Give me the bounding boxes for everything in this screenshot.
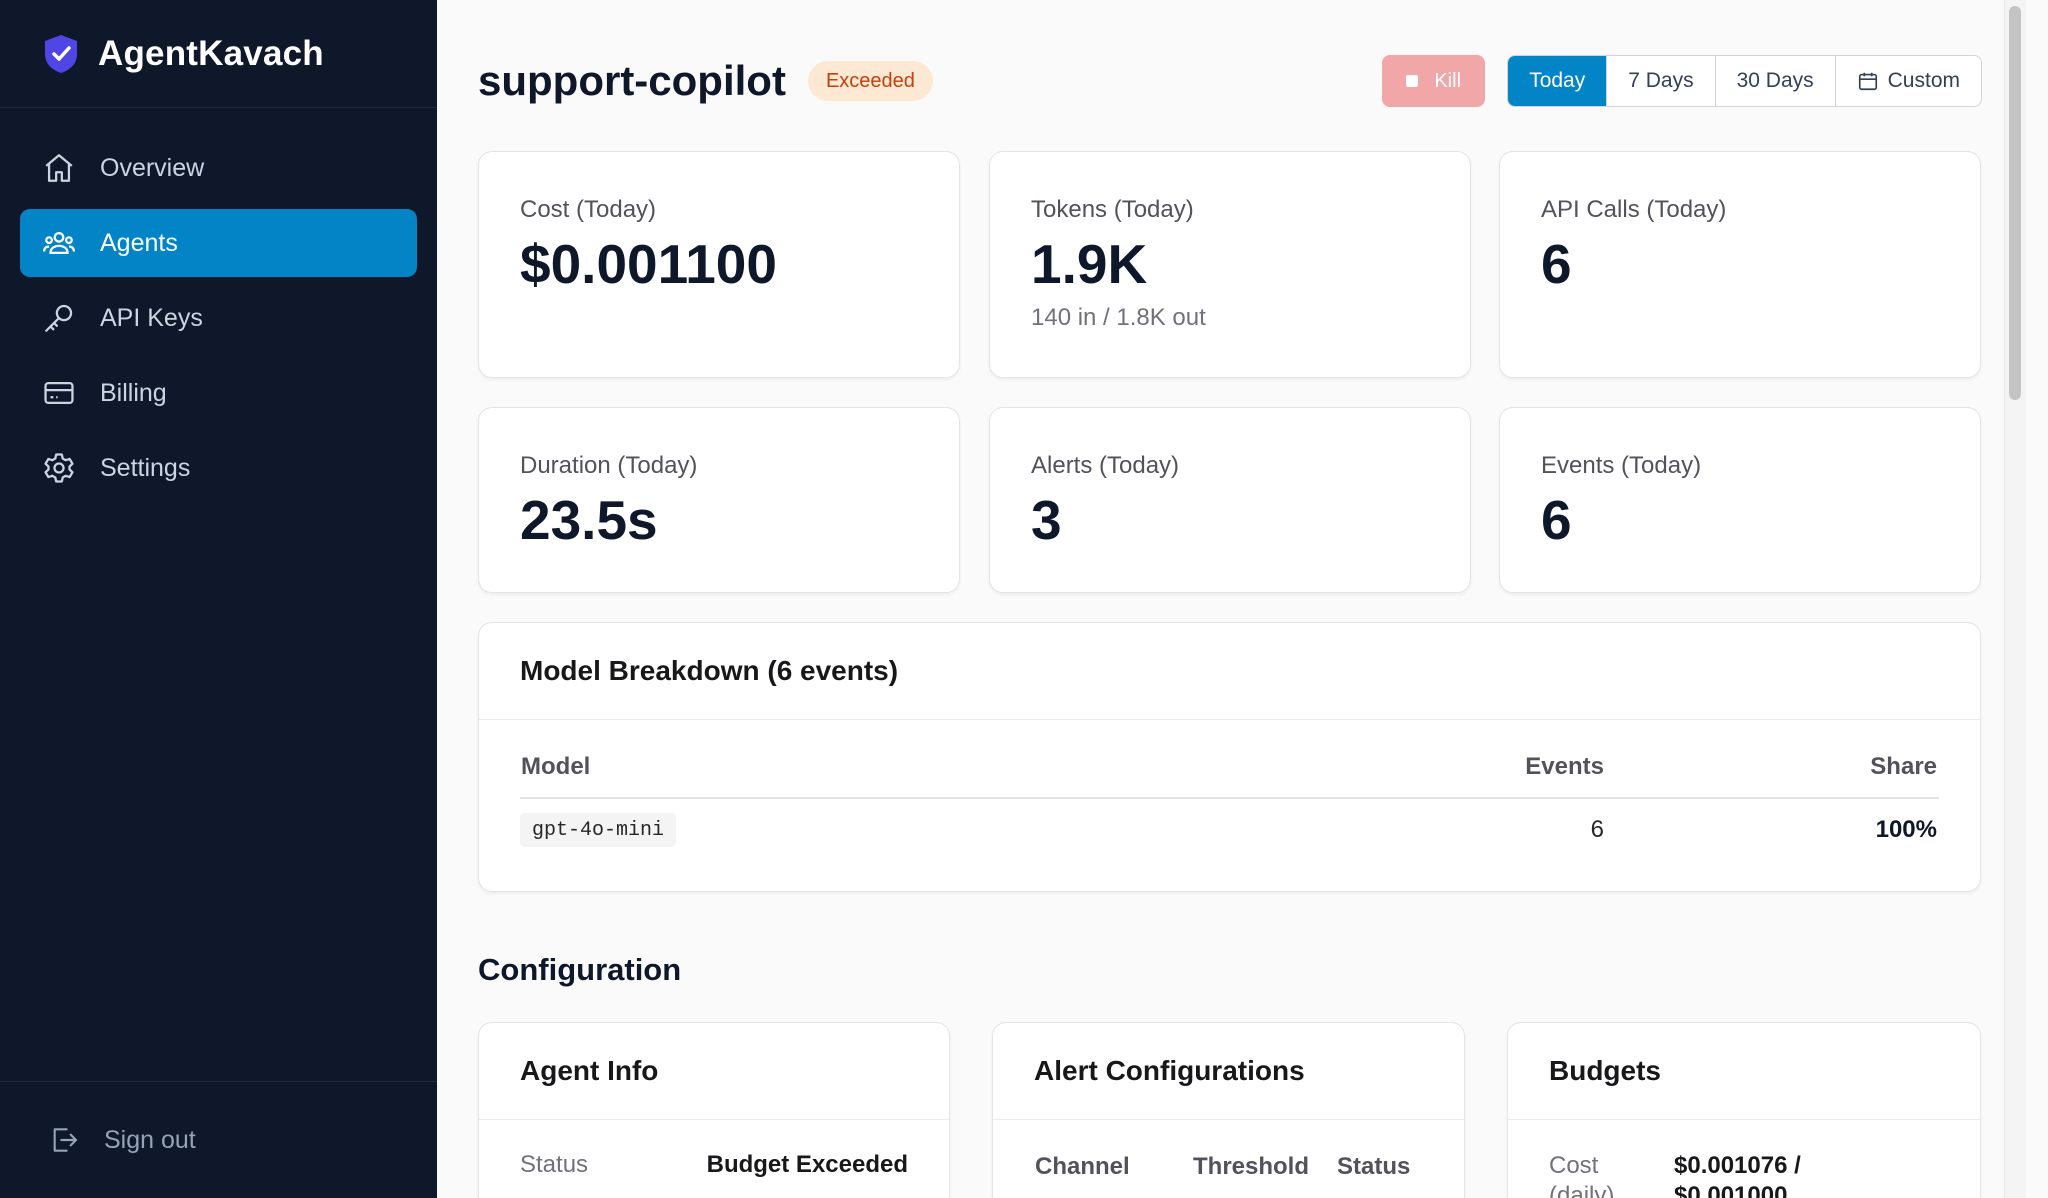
stat-card-api-calls: API Calls (Today) 6 <box>1499 151 1981 378</box>
stat-label: Tokens (Today) <box>1031 196 1194 223</box>
agent-info-card: Agent Info Status Budget Exceeded <box>478 1022 950 1198</box>
stat-value: 1.9K <box>1031 233 1148 295</box>
stat-card-events: Events (Today) 6 <box>1499 407 1981 593</box>
column-header-threshold: Threshold <box>1193 1153 1310 1180</box>
range-label: Today <box>1529 69 1586 92</box>
stat-label: API Calls (Today) <box>1541 196 1727 223</box>
stat-card-duration: Duration (Today) 23.5s <box>478 407 960 593</box>
sign-out-button[interactable]: Sign out <box>0 1081 437 1198</box>
agent-status-label: Status <box>520 1151 589 1178</box>
sidebar-item-api-keys[interactable]: API Keys <box>20 284 417 352</box>
divider <box>993 1119 1464 1120</box>
configuration-title: Configuration <box>478 952 682 987</box>
column-header-channel: Channel <box>1035 1153 1130 1180</box>
sidebar-item-label: Overview <box>100 153 205 182</box>
sidebar-item-billing[interactable]: Billing <box>20 359 417 427</box>
stat-value: 23.5s <box>520 489 658 551</box>
budgets-card: Budgets Cost (daily) $0.001076 / $0.0010… <box>1507 1022 1981 1198</box>
model-share-cell: 100% <box>1875 816 1937 843</box>
gear-icon <box>44 453 74 483</box>
range-today-button[interactable]: Today <box>1508 56 1608 106</box>
sidebar-item-label: Agents <box>100 228 178 257</box>
budgets-title: Budgets <box>1549 1055 1661 1086</box>
key-icon <box>45 304 73 332</box>
sidebar-item-label: Billing <box>100 378 167 407</box>
range-30-days-button[interactable]: 30 Days <box>1716 56 1836 106</box>
stat-label: Events (Today) <box>1541 452 1702 479</box>
divider <box>479 1119 949 1120</box>
brand-name: AgentKavach <box>98 33 324 73</box>
sidebar-item-label: API Keys <box>100 303 203 332</box>
sidebar-item-settings[interactable]: Settings <box>20 434 417 502</box>
header-actions: Kill Today 7 Days 30 Days Custom <box>1382 55 1982 107</box>
sidebar-item-agents[interactable]: Agents <box>20 209 417 277</box>
logout-icon <box>53 1128 78 1152</box>
agent-status-value: Budget Exceeded <box>706 1151 908 1178</box>
sidebar-item-overview[interactable]: Overview <box>20 134 417 202</box>
page-header: support-copilot Exceeded Kill Today 7 Da… <box>478 52 1982 110</box>
range-custom-button[interactable]: Custom <box>1836 56 1981 106</box>
calendar-icon <box>1858 72 1877 91</box>
column-header-share: Share <box>1870 753 1937 780</box>
main-content: support-copilot Exceeded Kill Today 7 Da… <box>437 0 2026 1198</box>
stat-value: $0.001100 <box>520 233 777 295</box>
home-icon <box>45 154 73 182</box>
table-header-divider <box>520 797 1939 799</box>
stat-card-cost: Cost (Today) $0.001100 <box>478 151 960 378</box>
stop-icon <box>1406 75 1419 87</box>
credit-card-icon <box>44 381 74 405</box>
agent-info-title: Agent Info <box>520 1055 659 1086</box>
stat-label: Cost (Today) <box>520 196 657 223</box>
sidebar-item-label: Settings <box>100 453 191 482</box>
sidebar-nav: Overview Agents API Keys Billing Setting… <box>0 108 437 502</box>
sign-out-label: Sign out <box>104 1125 196 1154</box>
alert-configurations-card: Alert Configurations Channel Threshold S… <box>992 1022 1465 1198</box>
status-badge: Exceeded <box>807 61 933 101</box>
range-7-days-button[interactable]: 7 Days <box>1607 56 1716 106</box>
divider <box>479 719 1980 720</box>
stat-card-tokens: Tokens (Today) 1.9K 140 in / 1.8K out <box>989 151 1471 378</box>
date-range-selector: Today 7 Days 30 Days Custom <box>1507 55 1982 107</box>
kill-button[interactable]: Kill <box>1382 55 1486 107</box>
page-title: support-copilot <box>478 57 786 104</box>
model-breakdown-card: Model Breakdown (6 events) Model Events … <box>478 622 1981 892</box>
model-name-chip: gpt-4o-mini <box>520 813 677 847</box>
stat-value: 6 <box>1541 233 1572 295</box>
range-label: 30 Days <box>1736 69 1814 92</box>
column-header-model: Model <box>521 753 591 780</box>
sidebar: AgentKavach Overview Agents API Keys Bil… <box>0 0 437 1198</box>
divider <box>1508 1119 1980 1120</box>
range-label: 7 Days <box>1628 69 1694 92</box>
stat-label: Duration (Today) <box>520 452 698 479</box>
budget-cost-label: Cost (daily) <box>1549 1152 1615 1198</box>
scrollbar[interactable] <box>2004 0 2026 1198</box>
users-icon <box>42 231 76 255</box>
model-breakdown-title: Model Breakdown (6 events) <box>520 655 899 686</box>
shield-check-icon <box>45 34 77 73</box>
alert-configurations-title: Alert Configurations <box>1034 1055 1305 1086</box>
scrollbar-thumb[interactable] <box>2009 6 2021 400</box>
stat-value: 6 <box>1541 489 1572 551</box>
column-header-events: Events <box>1525 753 1604 780</box>
brand[interactable]: AgentKavach <box>0 0 437 108</box>
kill-label: Kill <box>1434 69 1462 92</box>
stat-value: 3 <box>1031 489 1062 551</box>
stat-label: Alerts (Today) <box>1031 452 1180 479</box>
stat-card-alerts: Alerts (Today) 3 <box>989 407 1471 593</box>
column-header-status: Status <box>1337 1153 1411 1180</box>
stat-subtext: 140 in / 1.8K out <box>1031 304 1206 331</box>
budget-cost-value: $0.001076 / $0.001000 <box>1674 1152 1801 1198</box>
model-events-cell: 6 <box>1590 816 1604 843</box>
range-label: Custom <box>1887 69 1960 92</box>
